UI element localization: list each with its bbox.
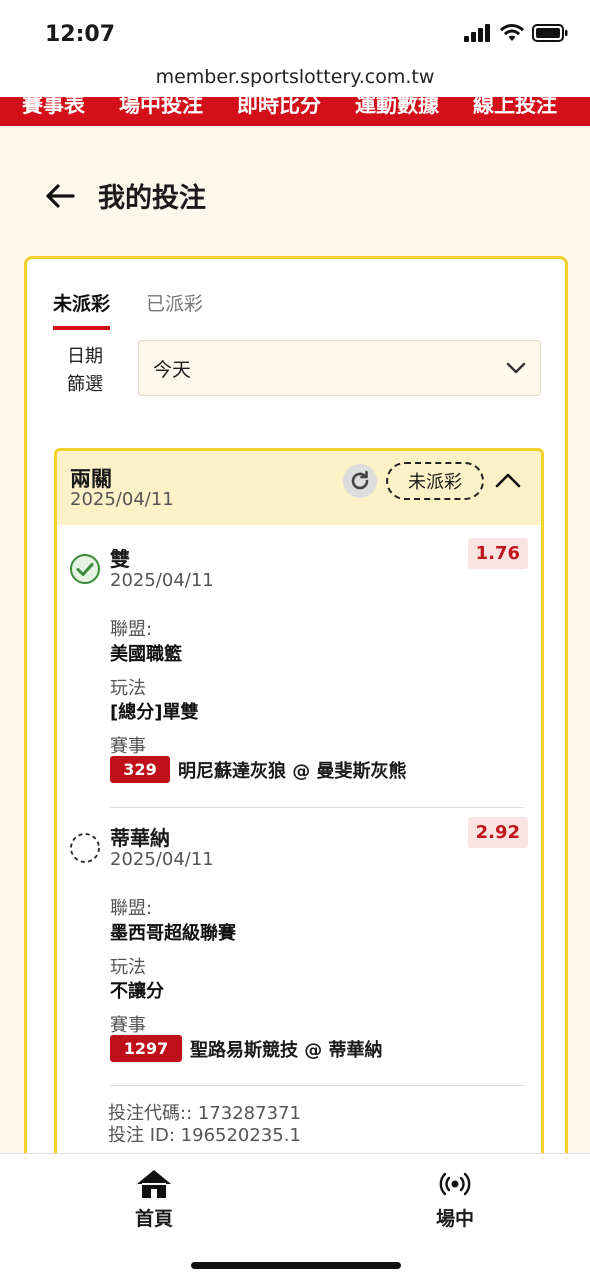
top-nav-item[interactable]: 運動數據 — [355, 97, 439, 119]
system-icons — [464, 24, 568, 42]
league-label: 聯盟: — [110, 619, 153, 640]
wifi-icon — [500, 24, 524, 41]
divider — [110, 807, 524, 808]
bottom-nav-home-label: 首頁 — [134, 1208, 173, 1230]
bottom-nav-home[interactable]: 首頁 — [114, 1168, 194, 1231]
league-value: 美國職籃 — [110, 644, 182, 665]
event-label: 賽事 — [110, 736, 146, 757]
date-filter-label-line2: 篩選 — [67, 374, 103, 395]
odds-badge: 1.76 — [467, 538, 528, 569]
refresh-icon — [351, 470, 369, 490]
bet-date: 2025/04/11 — [70, 489, 174, 510]
broadcast-icon — [439, 1172, 471, 1196]
selection-name: 蒂華納 — [110, 826, 170, 850]
selection-date: 2025/04/11 — [110, 849, 214, 870]
league-label: 聯盟: — [110, 898, 153, 919]
status-bar: 12:07 — [0, 0, 590, 62]
tab-unsettled[interactable]: 未派彩 — [53, 289, 111, 330]
bet-slip: 兩關 2025/04/11 未派彩 雙 2025/04/11 1.76 聯盟: … — [54, 448, 544, 1153]
event-row: 1297 聖路易斯競技 @ 蒂華納 — [110, 1035, 383, 1062]
selection-item: 蒂華納 2025/04/11 2.92 聯盟: 墨西哥超級聯賽 玩法 不讓分 賽… — [57, 817, 541, 1092]
selection-name: 雙 — [110, 547, 130, 571]
date-filter-select[interactable]: 今天 — [138, 340, 541, 396]
league-value: 墨西哥超級聯賽 — [110, 923, 236, 944]
event-row: 329 明尼蘇達灰狼 @ 曼斐斯灰熊 — [110, 756, 407, 783]
bottom-nav-live[interactable]: 場中 — [415, 1168, 495, 1231]
event-name: 明尼蘇達灰狼 @ 曼斐斯灰熊 — [178, 760, 407, 782]
bet-codes: 投注代碼:: 173287371 投注 ID: 196520235.1 — [108, 1103, 301, 1147]
chevron-down-icon — [506, 362, 526, 374]
tab-settled[interactable]: 已派彩 — [146, 289, 203, 330]
signal-icon — [464, 24, 490, 42]
event-label: 賽事 — [110, 1015, 146, 1036]
event-number-badge: 329 — [110, 756, 170, 783]
battery-icon — [532, 24, 568, 42]
chevron-up-icon[interactable] — [493, 467, 523, 493]
odds-badge: 2.92 — [467, 817, 528, 848]
top-nav-item[interactable]: 線上投注 — [473, 97, 557, 119]
status-time: 12:07 — [45, 22, 116, 47]
selection-date: 2025/04/11 — [110, 570, 214, 591]
browser-url[interactable]: member.sportslottery.com.tw — [0, 66, 590, 88]
page-content: 我的投注 未派彩 已派彩 日期 篩選 今天 兩關 2025/04/11 未派彩 — [0, 126, 590, 1153]
page-header: 我的投注 — [44, 176, 206, 215]
selection-item: 雙 2025/04/11 1.76 聯盟: 美國職籃 玩法 [總分]單雙 賽事 … — [57, 538, 541, 813]
top-nav-item[interactable]: 賽事表 — [22, 97, 85, 119]
bet-id: 投注 ID: 196520235.1 — [108, 1125, 301, 1146]
event-name: 聖路易斯競技 @ 蒂華納 — [190, 1039, 383, 1061]
market-value: 不讓分 — [110, 981, 164, 1002]
page-title: 我的投注 — [98, 183, 206, 214]
market-label: 玩法 — [110, 957, 146, 978]
date-filter-label-line1: 日期 — [67, 346, 103, 367]
divider — [110, 1085, 524, 1086]
home-icon — [137, 1170, 171, 1198]
pending-circle-icon — [70, 833, 100, 863]
top-nav-item[interactable]: 即時比分 — [237, 97, 321, 119]
date-filter-label: 日期 篩選 — [67, 343, 103, 399]
date-filter-value: 今天 — [153, 358, 192, 381]
bet-status-badge: 未派彩 — [386, 462, 484, 500]
market-label: 玩法 — [110, 678, 146, 699]
bet-slip-header[interactable]: 兩關 2025/04/11 未派彩 — [57, 451, 541, 525]
top-nav: 賽事表 場中投注 即時比分 運動數據 線上投注 — [0, 97, 590, 126]
back-arrow-icon[interactable] — [44, 180, 76, 212]
bet-code: 投注代碼:: 173287371 — [108, 1103, 301, 1124]
refresh-button[interactable] — [343, 464, 377, 498]
bets-card: 未派彩 已派彩 日期 篩選 今天 兩關 2025/04/11 未派彩 雙 202… — [24, 256, 568, 1153]
check-circle-icon — [70, 554, 100, 584]
market-value: [總分]單雙 — [110, 702, 199, 723]
event-number-badge: 1297 — [110, 1035, 182, 1062]
bottom-nav: 首頁 場中 — [0, 1153, 590, 1280]
bet-tabs: 未派彩 已派彩 — [53, 289, 203, 330]
top-nav-item[interactable]: 場中投注 — [119, 97, 203, 119]
bottom-nav-live-label: 場中 — [435, 1208, 474, 1230]
home-indicator[interactable] — [191, 1262, 401, 1269]
